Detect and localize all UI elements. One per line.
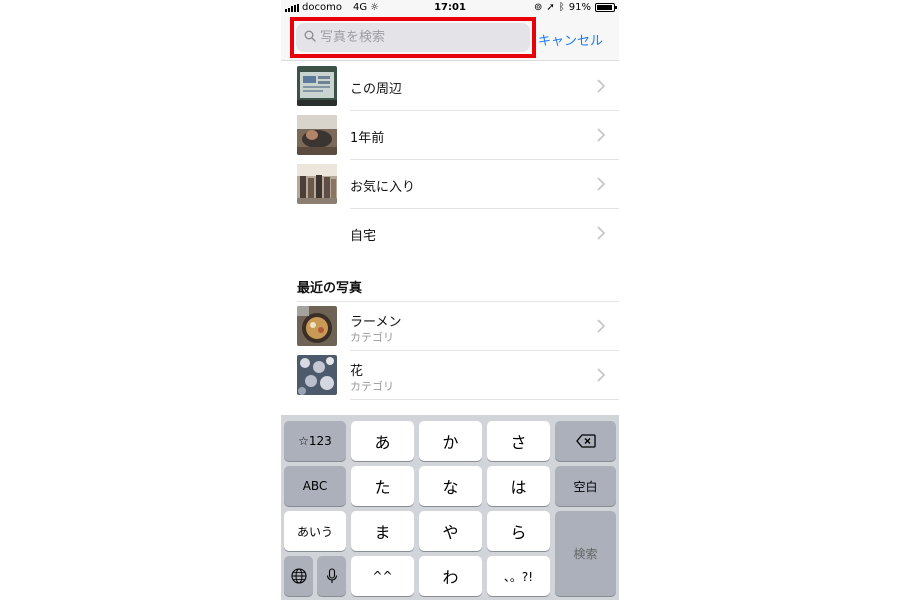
status-right: ⊚ ➚ ᛒ 91% — [533, 2, 617, 13]
dakuten-key[interactable]: ^^ — [351, 556, 414, 596]
list-item-label: 花 — [350, 364, 364, 379]
phone-screen: docomo 4G ☼ 17:01 ⊚ ➚ ᛒ 91% キャンセル この周辺 — [281, 0, 619, 600]
photo-thumbnail — [297, 306, 337, 346]
search-header: キャンセル — [281, 17, 619, 61]
photo-thumbnail — [297, 164, 337, 204]
list-item-label: 1年前 — [350, 131, 385, 146]
key-ka[interactable]: か — [419, 421, 482, 461]
bluetooth-icon: ᛒ — [558, 2, 565, 13]
list-item-label: ラーメン — [350, 315, 402, 330]
key-a[interactable]: あ — [351, 421, 414, 461]
globe-icon — [290, 568, 307, 584]
list-item[interactable]: 1年前 — [281, 111, 619, 160]
key-ya[interactable]: や — [419, 511, 482, 551]
list-item-label: 自宅 — [350, 229, 377, 244]
photo-thumbnail — [297, 115, 337, 155]
key-sa[interactable]: さ — [487, 421, 550, 461]
list-item[interactable]: この周辺 — [281, 62, 619, 111]
globe-key[interactable] — [284, 556, 313, 596]
section-title: 最近の写真 — [297, 281, 363, 296]
delete-icon — [575, 434, 596, 448]
list-item[interactable]: 花 カテゴリ — [281, 351, 619, 400]
chevron-right-icon — [597, 79, 605, 93]
list-item[interactable]: お気に入り — [281, 160, 619, 209]
chevron-right-icon — [597, 368, 605, 382]
chevron-right-icon — [597, 128, 605, 142]
chevron-right-icon — [597, 177, 605, 191]
key-ha[interactable]: は — [487, 466, 550, 506]
cancel-button[interactable]: キャンセル — [538, 30, 603, 49]
chevron-right-icon — [597, 226, 605, 240]
photo-thumbnail — [297, 66, 337, 106]
delete-key[interactable] — [555, 421, 616, 461]
list-item-sublabel: カテゴリ — [350, 380, 394, 393]
list-item-sublabel: カテゴリ — [350, 331, 394, 344]
kana-key[interactable]: あいう — [284, 511, 346, 551]
keyboard: ☆123 あ か さ ABC た な は 空白 あいう ま や ら 検索 ^^ … — [281, 415, 619, 600]
key-ma[interactable]: ま — [351, 511, 414, 551]
numbers-key[interactable]: ☆123 — [284, 421, 346, 461]
key-ta[interactable]: た — [351, 466, 414, 506]
list-item-label: お気に入り — [350, 180, 416, 195]
location-icon: ➚ — [546, 2, 555, 13]
list-item[interactable]: ラーメン カテゴリ — [281, 302, 619, 351]
microphone-icon — [326, 568, 337, 583]
chevron-right-icon — [597, 319, 605, 333]
search-key[interactable]: 検索 — [555, 511, 616, 596]
punctuation-key[interactable]: 、。?! — [487, 556, 550, 596]
list-item[interactable]: 自宅 — [281, 209, 619, 258]
key-ra[interactable]: ら — [487, 511, 550, 551]
photo-thumbnail — [297, 355, 337, 395]
battery-icon — [595, 3, 617, 12]
space-key[interactable]: 空白 — [555, 466, 616, 506]
abc-key[interactable]: ABC — [284, 466, 346, 506]
key-wa[interactable]: わ — [419, 556, 482, 596]
key-na[interactable]: な — [419, 466, 482, 506]
search-highlight-box — [290, 17, 536, 58]
list-item-label: この周辺 — [350, 82, 403, 97]
status-bar: docomo 4G ☼ 17:01 ⊚ ➚ ᛒ 91% — [281, 0, 619, 17]
mic-key[interactable] — [317, 556, 346, 596]
divider — [350, 399, 619, 400]
rotation-lock-icon: ⊚ — [533, 2, 543, 13]
battery-percent: 91% — [568, 2, 591, 13]
